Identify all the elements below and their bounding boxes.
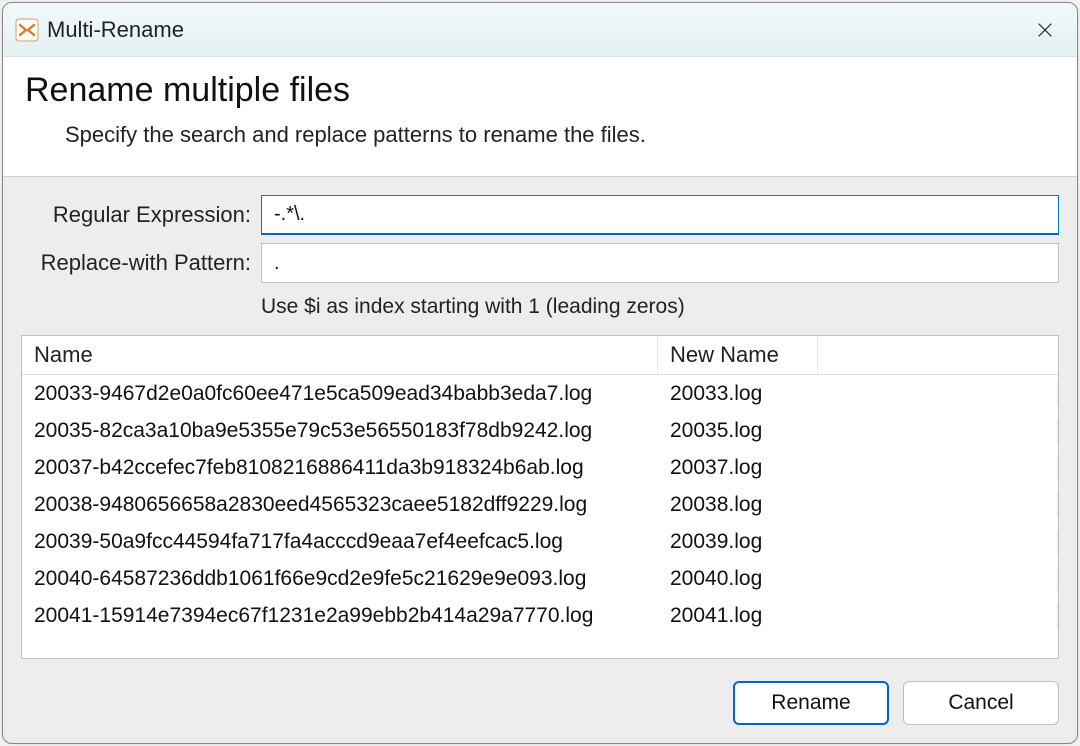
cell-newname: 20039.log — [658, 530, 1058, 554]
cell-newname: 20033.log — [658, 382, 1058, 406]
hint-text: Use $i as index starting with 1 (leading… — [261, 295, 685, 319]
cell-newname: 20041.log — [658, 604, 1058, 628]
table-header: Name New Name — [22, 336, 1058, 375]
table-row[interactable]: 20040-64587236ddb1061f66e9cd2e9fe5c21629… — [22, 560, 1058, 597]
table-row[interactable]: 20037-b42ccefec7feb8108216886411da3b9183… — [22, 449, 1058, 486]
cell-name: 20037-b42ccefec7feb8108216886411da3b9183… — [22, 456, 658, 480]
table-row[interactable]: 20041-15914e7394ec67f1231e2a99ebb2b414a2… — [22, 597, 1058, 634]
cell-newname: 20040.log — [658, 567, 1058, 591]
cell-name: 20041-15914e7394ec67f1231e2a99ebb2b414a2… — [22, 604, 658, 628]
close-icon — [1036, 21, 1054, 39]
page-subtitle: Specify the search and replace patterns … — [65, 122, 1055, 148]
replace-input[interactable] — [261, 243, 1059, 283]
cell-newname: 20035.log — [658, 419, 1058, 443]
header-area: Rename multiple files Specify the search… — [3, 57, 1077, 177]
body: Regular Expression: Replace-with Pattern… — [3, 177, 1077, 743]
table-row[interactable]: 20038-9480656658a2830eed4565323caee5182d… — [22, 486, 1058, 523]
table-row[interactable]: 20035-82ca3a10ba9e5355e79c53e56550183f78… — [22, 412, 1058, 449]
cell-name: 20039-50a9fcc44594fa717fa4acccd9eaa7ef4e… — [22, 530, 658, 554]
regex-label: Regular Expression: — [21, 202, 251, 228]
replace-label: Replace-with Pattern: — [21, 250, 251, 276]
rename-button[interactable]: Rename — [733, 681, 889, 725]
cell-newname: 20037.log — [658, 456, 1058, 480]
regex-row: Regular Expression: — [21, 195, 1059, 235]
footer: Rename Cancel — [21, 667, 1059, 725]
cell-name: 20038-9480656658a2830eed4565323caee5182d… — [22, 493, 658, 517]
table-row[interactable]: 20039-50a9fcc44594fa717fa4acccd9eaa7ef4e… — [22, 523, 1058, 560]
cell-name: 20033-9467d2e0a0fc60ee471e5ca509ead34bab… — [22, 382, 658, 406]
cell-name: 20040-64587236ddb1061f66e9cd2e9fe5c21629… — [22, 567, 658, 591]
table-row[interactable]: 20033-9467d2e0a0fc60ee471e5ca509ead34bab… — [22, 375, 1058, 412]
column-name-header[interactable]: Name — [22, 336, 658, 374]
column-pad — [818, 336, 1058, 374]
cell-name: 20035-82ca3a10ba9e5355e79c53e56550183f78… — [22, 419, 658, 443]
dialog-window: Multi-Rename Rename multiple files Speci… — [2, 2, 1078, 744]
app-icon — [13, 16, 41, 44]
hint-row: Use $i as index starting with 1 (leading… — [21, 295, 1059, 319]
regex-input[interactable] — [261, 195, 1059, 235]
window-title: Multi-Rename — [47, 17, 1029, 43]
page-title: Rename multiple files — [25, 71, 1055, 110]
titlebar: Multi-Rename — [3, 3, 1077, 57]
cell-newname: 20038.log — [658, 493, 1058, 517]
preview-table: Name New Name 20033-9467d2e0a0fc60ee471e… — [21, 335, 1059, 659]
column-newname-header[interactable]: New Name — [658, 336, 818, 374]
table-body: 20033-9467d2e0a0fc60ee471e5ca509ead34bab… — [22, 375, 1058, 658]
close-button[interactable] — [1029, 14, 1061, 46]
replace-row: Replace-with Pattern: — [21, 243, 1059, 283]
cancel-button[interactable]: Cancel — [903, 681, 1059, 725]
